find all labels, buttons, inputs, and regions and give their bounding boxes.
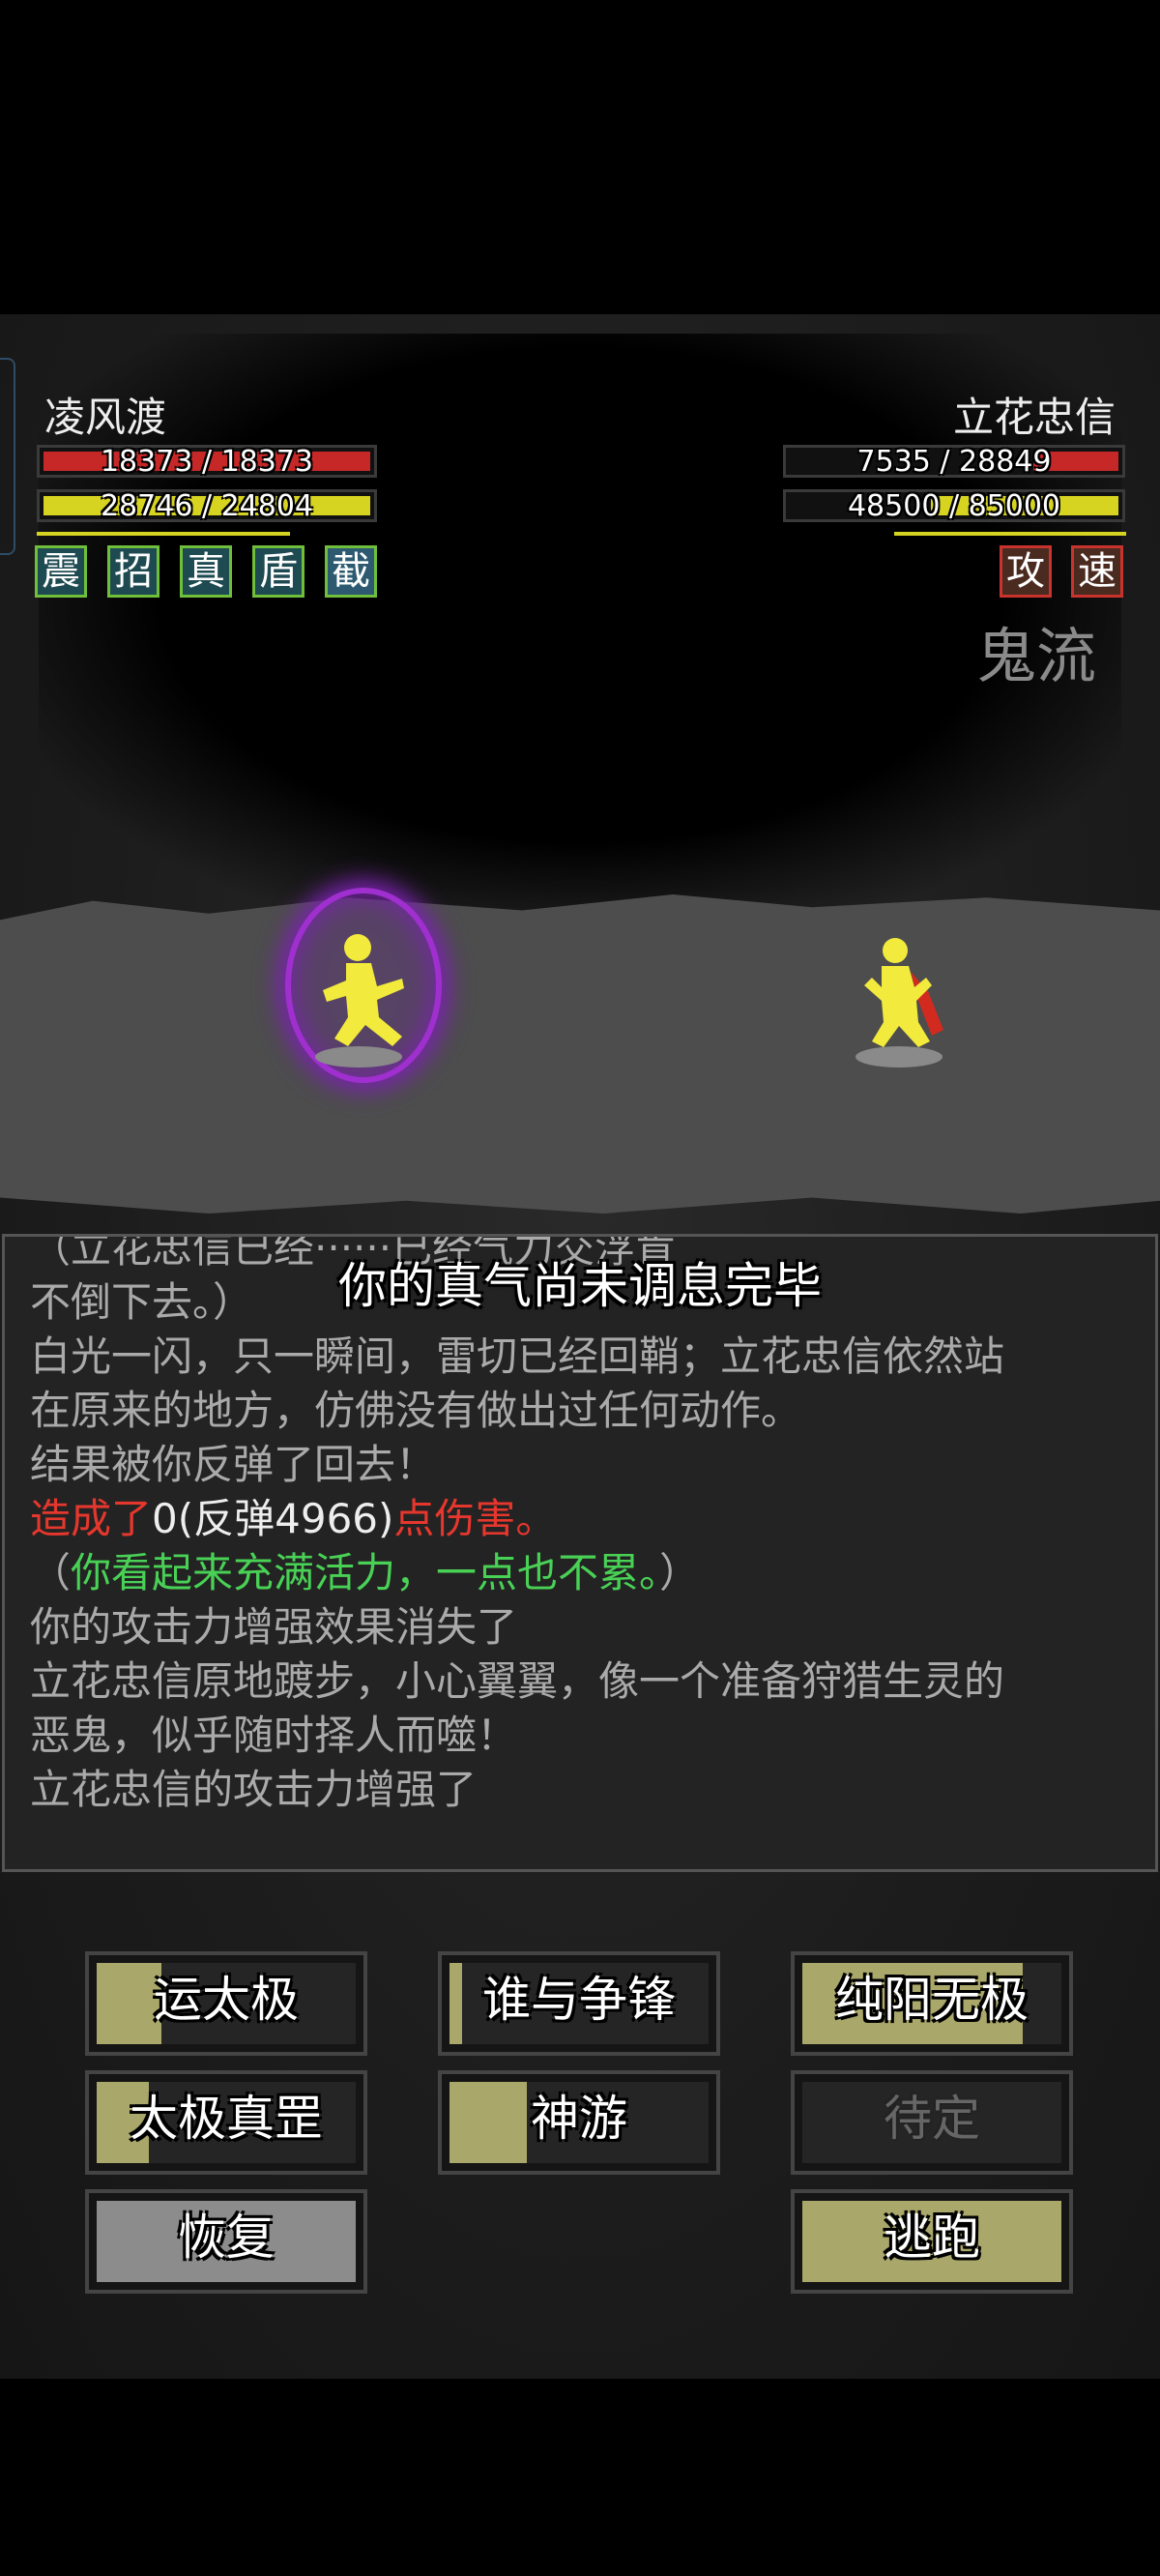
log-line-8: 立花忠信原地踱步，小心翼翼，像一个准备狩猎生灵的 (30, 1657, 1005, 1705)
skill-3-label: 纯阳无极 (835, 1972, 1029, 2028)
log-line-6-c: ） (659, 1549, 701, 1596)
log-line-2: 白光一闪，只一瞬间，雷切已经回鞘；立花忠信依然站 (30, 1332, 1005, 1380)
skill-6-label: 待定 (884, 2091, 980, 2147)
enemy-mp-bar: 48500 / 85000 (783, 489, 1125, 523)
log-line-5: 造成了0(反弹4966)点伤害。 (30, 1492, 556, 1546)
battle-ground (0, 894, 1160, 1214)
player-mp-bar: 28746 / 24804 (37, 489, 377, 523)
player-buff-2[interactable]: 招 (107, 545, 160, 598)
enemy-buff-1[interactable]: 攻 (1000, 545, 1052, 598)
skill-4-label: 太极真罡 (130, 2091, 323, 2147)
log-line-10: 立花忠信的攻击力增强了 (30, 1766, 478, 1813)
skill-button-3[interactable]: 纯阳无极 (791, 1951, 1073, 2056)
escape-button[interactable]: 逃跑 (791, 2189, 1073, 2294)
log-line-5-a: 造成了 (30, 1495, 153, 1542)
player-charge-line (37, 532, 290, 536)
player-buff-4[interactable]: 盾 (252, 545, 304, 598)
enemy-status-text: 鬼流 (976, 621, 1097, 691)
enemy-mp-text: 48500 / 85000 (847, 489, 1061, 523)
skill-button-5[interactable]: 神游 (438, 2070, 720, 2175)
log-line-6: （你看起来充满活力，一点也不累。） (30, 1546, 700, 1600)
enemy-fighter[interactable] (851, 933, 957, 1059)
log-line-9: 恶鬼，似乎随时择人而噬！ (30, 1712, 518, 1759)
player-fighter[interactable] (309, 928, 416, 1054)
recover-button[interactable]: 恢复 (85, 2189, 367, 2294)
player-buff-1[interactable]: 震 (35, 545, 87, 598)
player-hp-text: 18373 / 18373 (100, 445, 314, 479)
log-line-6-a: （ (30, 1549, 72, 1596)
log-line-5-c: 点伤害。 (393, 1495, 557, 1542)
enemy-hp-bar: 7535 / 28849 (783, 445, 1125, 479)
recover-label: 恢复 (178, 2210, 275, 2266)
log-line-7: 你的攻击力增强效果消失了 (30, 1603, 518, 1651)
player-buff-3[interactable]: 真 (180, 545, 232, 598)
log-line-4: 结果被你反弹了回去！ (30, 1441, 437, 1488)
skill-button-2[interactable]: 谁与争锋 (438, 1951, 720, 2056)
escape-label: 逃跑 (884, 2210, 980, 2266)
toast-message: 你的真气尚未调息完毕 (338, 1258, 822, 1314)
player-mp-text: 28746 / 24804 (100, 489, 314, 523)
enemy-hp-text: 7535 / 28849 (856, 445, 1052, 479)
side-tab[interactable] (0, 358, 15, 555)
enemy-name: 立花忠信 (952, 394, 1116, 441)
skill-2-label: 谁与争锋 (482, 1972, 676, 2028)
log-line-3: 在原来的地方，仿佛没有做出过任何动作。 (30, 1387, 802, 1434)
skill-5-label: 神游 (531, 2091, 627, 2147)
log-line-6-b: 你看起来充满活力，一点也不累。 (71, 1549, 660, 1596)
enemy-charge-line (894, 532, 1126, 536)
skill-button-4[interactable]: 太极真罡 (85, 2070, 367, 2175)
player-name: 凌风渡 (44, 394, 167, 441)
skill-button-1[interactable]: 运太极 (85, 1951, 367, 2056)
battle-log[interactable]: （立花忠信已经······已经气力交浮肯 不倒下去。） 白光一闪，只一瞬间，雷切… (2, 1234, 1158, 1872)
skill-button-6[interactable]: 待定 (791, 2070, 1073, 2175)
enemy-buff-2[interactable]: 速 (1071, 545, 1123, 598)
log-line-5-b: 0(反弹4966) (152, 1495, 394, 1542)
player-buff-5[interactable]: 截 (325, 545, 377, 598)
player-hp-bar: 18373 / 18373 (37, 445, 377, 479)
skill-1-label: 运太极 (154, 1972, 299, 2028)
